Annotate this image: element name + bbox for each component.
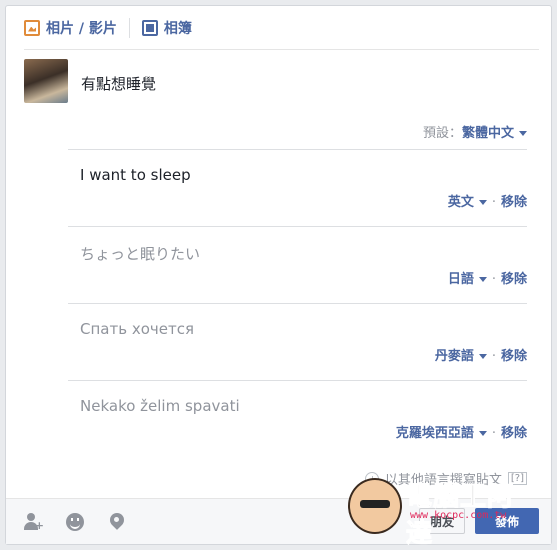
language-label: 丹麥語 [434, 349, 474, 364]
album-icon [141, 19, 158, 36]
translation-block: Nekako želim spavati 克羅埃西亞語 · 移除 [68, 380, 527, 457]
translation-meta: 英文 · 移除 [448, 191, 527, 210]
add-language-link[interactable]: 以其他語言撰寫貼文 [?] [364, 469, 527, 488]
translation-meta: 克羅埃西亞語 · 移除 [396, 422, 527, 441]
separator: · [491, 349, 496, 364]
translation-block: I want to sleep 英文 · 移除 [68, 149, 527, 226]
separator: · [491, 272, 496, 287]
language-selector[interactable]: 丹麥語 [435, 349, 487, 364]
tab-photo-video-label: 相片 / 影片 [46, 20, 117, 37]
default-language-value: 繁體中文 [461, 126, 514, 141]
add-language-label: 以其他語言撰寫貼文 [384, 473, 502, 488]
language-selector[interactable]: 克羅埃西亞語 [396, 426, 487, 441]
translation-meta: 日語 · 移除 [448, 268, 527, 287]
language-label: 日語 [447, 272, 474, 287]
default-language-label: 預設： [422, 126, 462, 141]
chevron-down-icon [478, 277, 487, 282]
remove-link[interactable]: 移除 [501, 349, 527, 364]
post-text-input[interactable]: 有點想睡覺 [81, 73, 156, 94]
translation-meta: 丹麥語 · 移除 [435, 345, 527, 364]
chevron-down-icon [478, 354, 487, 359]
help-link[interactable]: [?] [507, 472, 527, 485]
location-pin-icon[interactable] [110, 513, 124, 531]
post-composer: 相片 / 影片 相簿 有點想睡覺 預設：繁體中文 I want to sleep… [5, 5, 552, 545]
avatar [24, 59, 68, 103]
translation-block: ちょっと眠りたい 日語 · 移除 [68, 226, 527, 303]
default-language-selector[interactable]: 預設：繁體中文 [423, 122, 527, 141]
tab-photo-video[interactable]: 相片 / 影片 [24, 18, 117, 38]
language-selector[interactable]: 英文 [448, 195, 487, 210]
emoji-icon[interactable] [66, 513, 84, 531]
plus-circle-icon [364, 471, 379, 486]
separator: · [491, 195, 496, 210]
chevron-down-icon [478, 431, 487, 436]
composer-tabs: 相片 / 影片 相簿 [24, 6, 539, 50]
remove-link[interactable]: 移除 [501, 426, 527, 441]
language-label: 英文 [447, 195, 474, 210]
post-button[interactable]: 發佈 [475, 508, 539, 534]
remove-link[interactable]: 移除 [501, 272, 527, 287]
separator: · [491, 426, 496, 441]
translation-block: Спать хочется 丹麥語 · 移除 [68, 303, 527, 380]
chevron-down-icon [519, 131, 527, 136]
translation-text-input[interactable]: I want to sleep [80, 166, 191, 184]
audience-selector[interactable]: 朋友 [418, 508, 465, 534]
tag-friends-icon[interactable]: + [24, 513, 44, 532]
composer-footer: + 朋友 發佈 [6, 498, 551, 544]
chevron-down-icon [478, 200, 487, 205]
translation-text-input[interactable]: Спать хочется [80, 320, 194, 338]
tab-divider [128, 17, 130, 38]
language-selector[interactable]: 日語 [448, 272, 487, 287]
translation-text-input[interactable]: ちょっと眠りたい [80, 243, 200, 264]
translation-text-input[interactable]: Nekako želim spavati [80, 397, 240, 415]
tab-album-label: 相簿 [163, 20, 192, 37]
remove-link[interactable]: 移除 [501, 195, 527, 210]
tab-album[interactable]: 相簿 [141, 18, 192, 38]
language-label: 克羅埃西亞語 [395, 426, 474, 441]
photo-icon [24, 19, 40, 36]
